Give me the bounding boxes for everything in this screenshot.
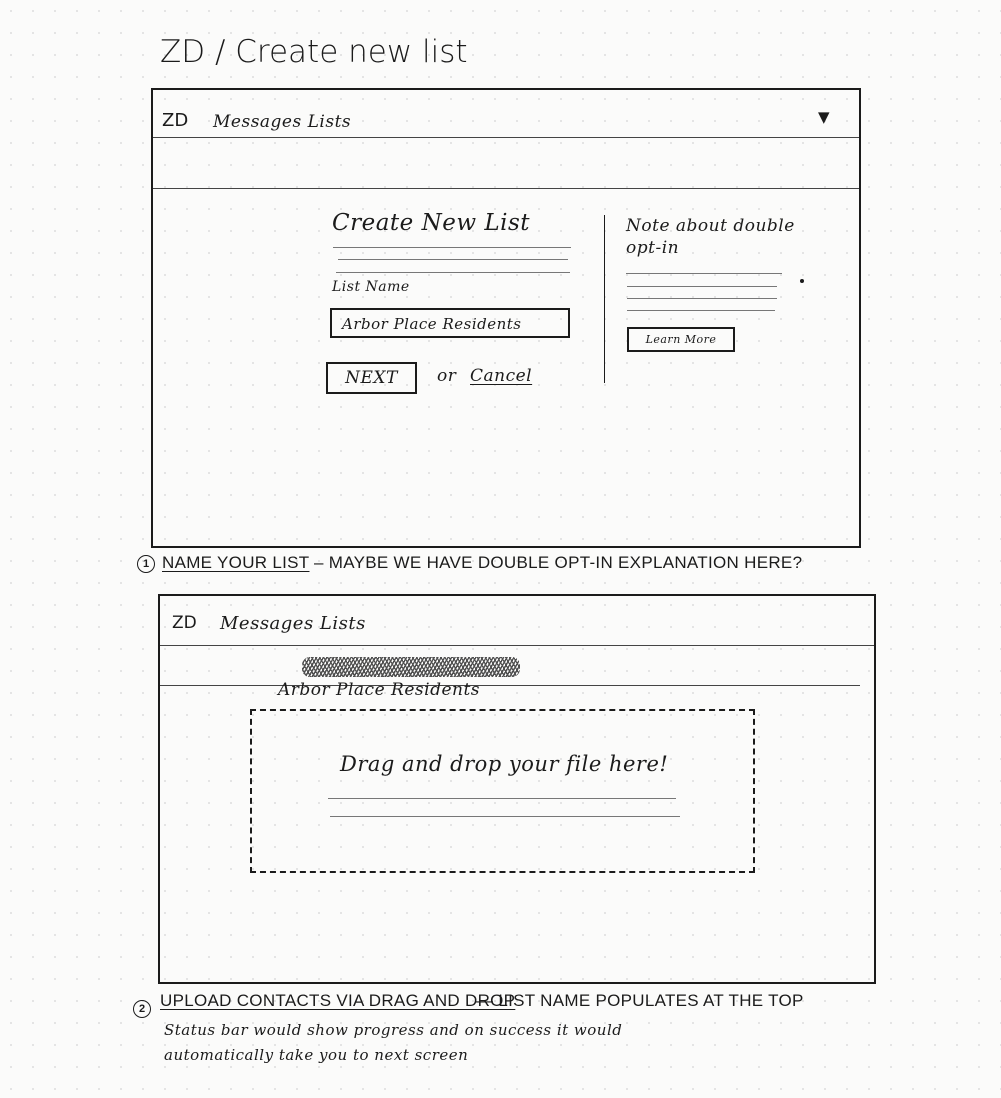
app-logo[interactable]: ZD — [162, 110, 188, 131]
description-line — [336, 272, 570, 273]
form-heading: Create New List — [332, 210, 530, 236]
nav-messages-lists[interactable]: Messages Lists — [220, 613, 366, 634]
ink-dot — [800, 279, 804, 283]
note-line — [627, 286, 777, 287]
next-button[interactable]: NEXT — [326, 362, 417, 394]
description-line — [338, 259, 568, 260]
double-opt-in-note: Note about double opt-in — [626, 216, 795, 258]
dropzone-line — [330, 816, 680, 817]
list-name-title: Arbor Place Residents — [278, 680, 481, 700]
dropzone-line — [328, 798, 676, 799]
app-logo[interactable]: ZD — [172, 613, 197, 633]
step-1-description: – MAYBE WE HAVE DOUBLE OPT-IN EXPLANATIO… — [314, 553, 803, 572]
file-dropzone[interactable] — [250, 709, 755, 873]
scribbled-out-text — [302, 657, 520, 677]
dropdown-caret-icon[interactable]: ▼ — [818, 108, 830, 126]
dropzone-instruction: Drag and drop your file here! — [340, 752, 669, 776]
column-divider — [604, 215, 605, 383]
learn-more-button[interactable]: Learn More — [627, 327, 735, 352]
step-2-note-line-1: Status bar would show progress and on su… — [164, 1021, 623, 1039]
step-1-title: NAME YOUR LIST — [162, 553, 310, 572]
step-number-1: 1 — [137, 555, 155, 573]
note-line — [626, 273, 782, 274]
step-2-description: — LIST NAME POPULATES AT THE TOP — [476, 991, 804, 1010]
list-name-label: List Name — [332, 279, 410, 295]
step-2-title: UPLOAD CONTACTS VIA DRAG AND DROP — [160, 991, 516, 1010]
nav-messages-lists[interactable]: Messages Lists — [213, 112, 351, 132]
list-name-input[interactable]: Arbor Place Residents — [330, 308, 570, 338]
note-line — [627, 310, 775, 311]
cancel-link[interactable]: Cancel — [470, 366, 532, 386]
page-title: ZD / Create new list — [160, 34, 468, 70]
or-text: or — [437, 366, 457, 386]
note-line — [627, 298, 777, 299]
step-number-2: 2 — [133, 1000, 151, 1018]
toolbar-divider — [160, 685, 860, 686]
header-divider — [160, 645, 874, 646]
toolbar-divider — [153, 188, 859, 189]
header-divider — [153, 137, 859, 138]
step-2-note-line-2: automatically take you to next screen — [164, 1046, 469, 1064]
description-line — [333, 247, 571, 248]
